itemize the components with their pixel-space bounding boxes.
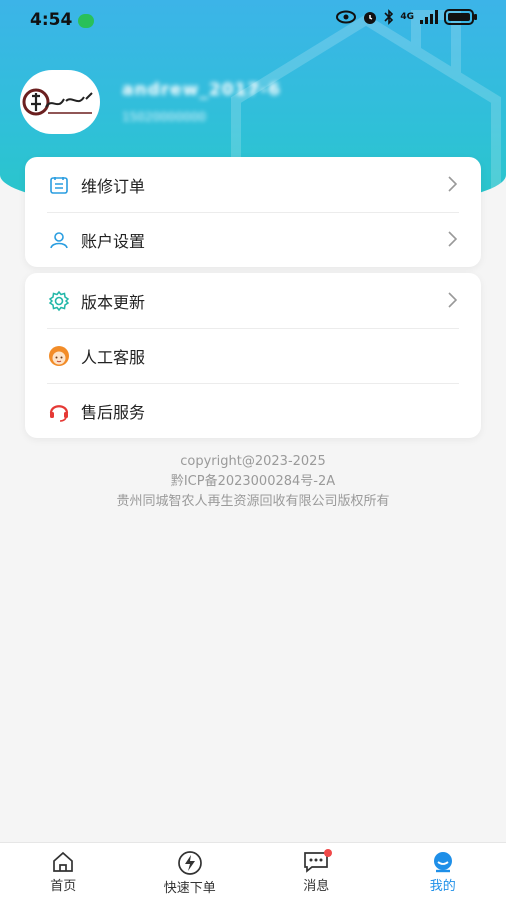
alarm-icon: [364, 12, 377, 24]
bluetooth-icon: [384, 9, 394, 25]
tab-label: 快速下单: [163, 881, 216, 896]
gear-icon: [47, 289, 71, 313]
eye-icon: [336, 10, 357, 24]
username: andrew_2017-6: [122, 80, 282, 100]
clipboard-icon: [47, 173, 71, 197]
tab-mine[interactable]: 我的: [380, 843, 506, 900]
menu-label: 维修订单: [81, 176, 146, 196]
icp-line: 黔ICP备2023000284号-2A: [170, 474, 336, 489]
lightning-icon: [177, 851, 202, 875]
tab-quick-order[interactable]: 快速下单: [127, 843, 254, 900]
menu-item-customer-service[interactable]: 人工客服: [25, 328, 481, 383]
menu-label: 人工客服: [81, 347, 146, 367]
user-icon: [47, 228, 71, 252]
status-time: 4:54: [30, 10, 73, 30]
profile-header[interactable]: andrew_2017-6 15020000000: [20, 70, 281, 134]
tab-messages[interactable]: 消息: [253, 843, 380, 900]
chevron-right-icon: [448, 231, 457, 247]
tab-label: 首页: [50, 879, 77, 894]
menu-card-support: 版本更新 人工客服 售后服务: [25, 273, 481, 438]
company-line: 贵州同城智农人再生资源回收有限公司版权所有: [116, 494, 390, 509]
status-bar: 4:54 4G: [0, 0, 506, 42]
status-icons: 4G: [336, 9, 478, 25]
menu-item-repair-orders[interactable]: 维修订单: [25, 157, 481, 212]
menu-item-account-settings[interactable]: 账户设置: [25, 212, 481, 267]
profile-icon: [433, 852, 452, 873]
menu-card-orders: 维修订单 账户设置: [25, 157, 481, 267]
tab-home[interactable]: 首页: [0, 843, 127, 900]
signal-icon: [420, 10, 438, 24]
menu-label: 售后服务: [81, 402, 146, 422]
network-type: 4G: [400, 12, 414, 22]
unread-badge: [324, 849, 333, 857]
copyright-line: copyright@2023-2025: [180, 454, 326, 469]
menu-label: 账户设置: [81, 231, 146, 251]
menu-label: 版本更新: [81, 292, 146, 312]
menu-item-version-update[interactable]: 版本更新: [25, 273, 481, 328]
bottom-tab-bar: 首页 快速下单 消息 我的: [0, 842, 506, 900]
battery-icon: [444, 9, 477, 25]
chevron-right-icon: [448, 292, 457, 308]
tab-label: 消息: [303, 879, 330, 894]
headset-icon: [47, 399, 71, 423]
agent-avatar-icon: [47, 344, 71, 368]
menu-item-after-sales[interactable]: 售后服务: [25, 383, 481, 438]
brand-logo-icon: [22, 88, 93, 116]
home-icon: [53, 851, 74, 872]
wechat-notification-icon: [78, 14, 94, 28]
copyright-footer: copyright@2023-2025 黔ICP备2023000284号-2A …: [0, 452, 506, 512]
user-id: 15020000000: [122, 110, 206, 124]
avatar[interactable]: [20, 70, 100, 134]
chevron-right-icon: [448, 176, 457, 192]
tab-label: 我的: [429, 879, 456, 894]
